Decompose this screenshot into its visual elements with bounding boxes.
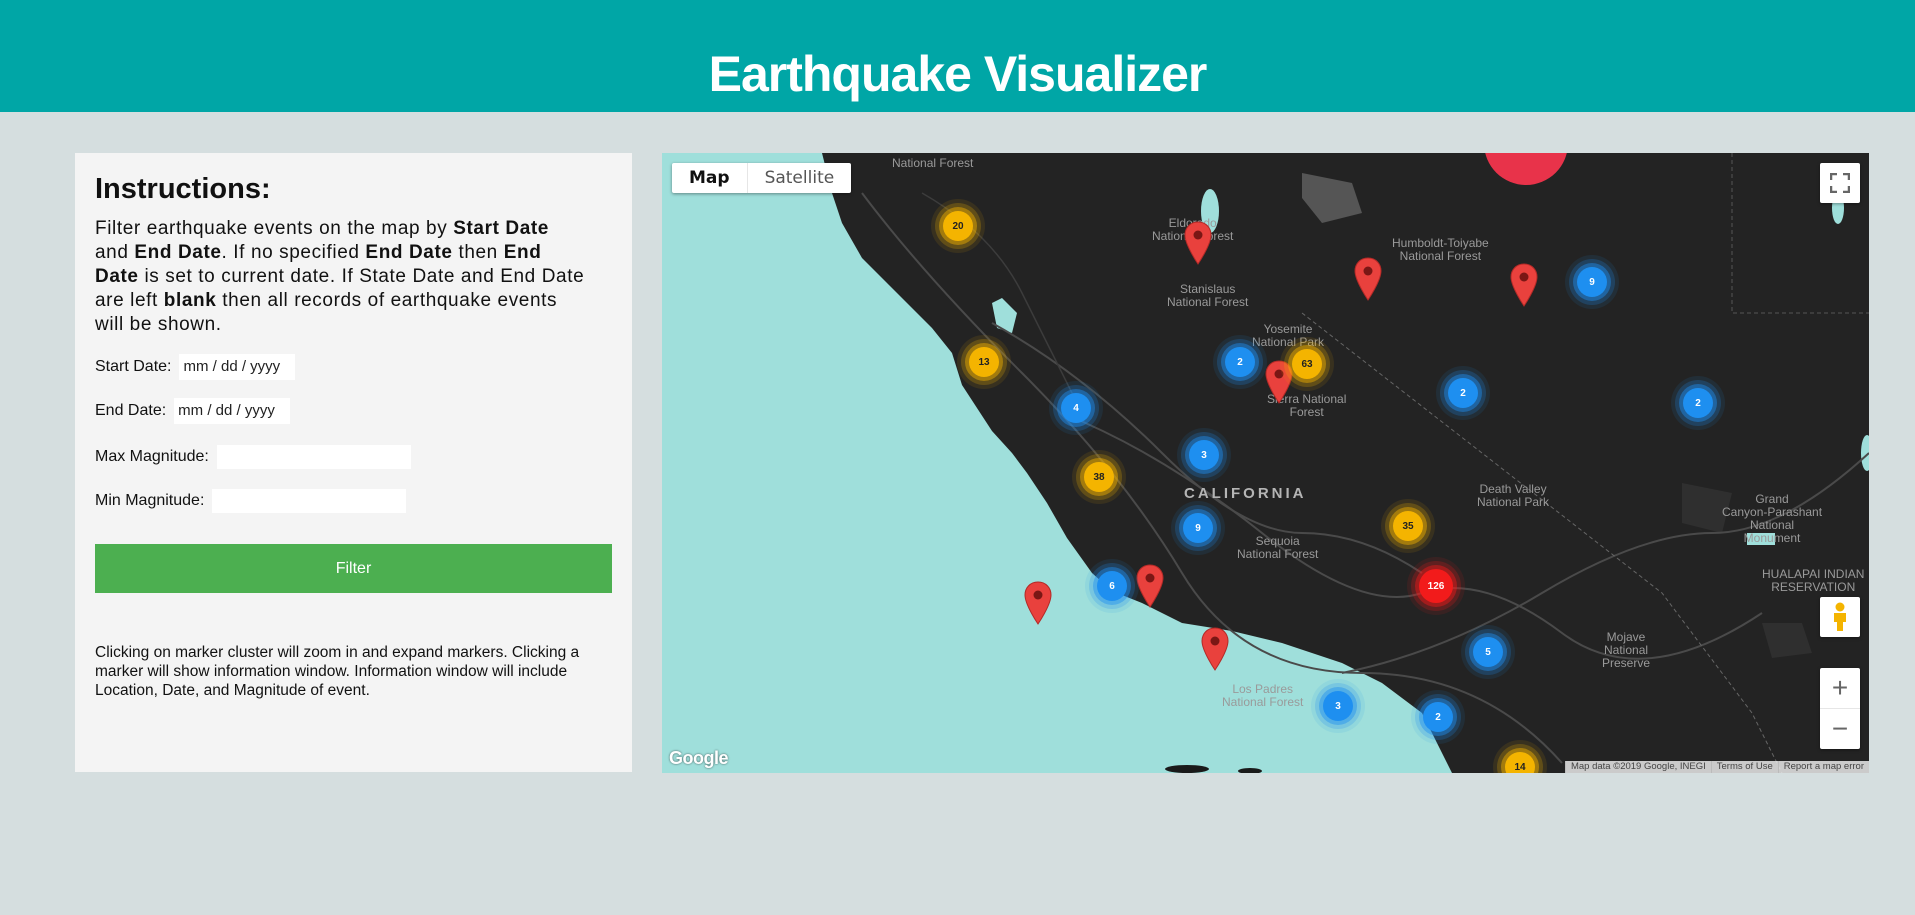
marker-cluster[interactable]: 126	[1419, 569, 1453, 603]
zoom-control: + −	[1820, 668, 1860, 749]
map-attribution: Map data ©2019 Google, INEGI Terms of Us…	[1564, 761, 1869, 773]
instructions-segment: and	[95, 242, 135, 263]
start-date-row: Start Date: mm / dd / yyyy	[95, 354, 296, 380]
marker-cluster[interactable]: 6	[1097, 571, 1127, 601]
marker-cluster[interactable]: 63	[1292, 349, 1322, 379]
map-terrain	[662, 153, 1869, 773]
marker-cluster[interactable]: 2	[1423, 702, 1453, 732]
state-label: CALIFORNIA	[1184, 485, 1307, 502]
end-date-row: End Date: mm / dd / yyyy	[95, 398, 291, 424]
max-magnitude-label: Max Magnitude:	[95, 448, 209, 465]
end-date-label: End Date:	[95, 402, 167, 419]
marker-cluster[interactable]: 35	[1393, 511, 1423, 541]
minus-icon: −	[1831, 713, 1849, 744]
marker-cluster[interactable]: 3	[1323, 691, 1353, 721]
map-label-sequoia: Sequoia National Forest	[1237, 534, 1319, 561]
start-date-input[interactable]: mm / dd / yyyy	[179, 354, 296, 380]
fullscreen-button[interactable]	[1820, 163, 1860, 203]
marker-cluster[interactable]: 3	[1189, 440, 1219, 470]
earthquake-marker[interactable]	[1184, 221, 1212, 265]
instructions-segment: . If no specified	[221, 242, 366, 263]
marker-cluster[interactable]: 2	[1683, 388, 1713, 418]
filter-button[interactable]: Filter	[95, 544, 612, 593]
app-header: Earthquake Visualizer	[0, 0, 1915, 112]
google-logo: Google	[669, 748, 729, 768]
marker-cluster[interactable]: 4	[1061, 393, 1091, 423]
min-magnitude-input[interactable]	[212, 489, 407, 513]
instructions-panel: Instructions: Filter earthquake events o…	[75, 153, 632, 772]
instructions-segment: then	[452, 242, 504, 263]
map-label-national-forest-top: National Forest	[892, 156, 974, 170]
plus-icon: +	[1831, 672, 1849, 703]
marker-cluster[interactable]: 13	[969, 347, 999, 377]
report-error-link[interactable]: Report a map error	[1777, 761, 1869, 773]
map-label-hualapai: HUALAPAI INDIAN RESERVATION	[1762, 567, 1865, 594]
min-magnitude-row: Min Magnitude:	[95, 489, 407, 513]
map-label-grand-canyon: Grand Canyon-Parashant National Monument	[1722, 492, 1823, 545]
min-magnitude-label: Min Magnitude:	[95, 492, 205, 509]
marker-cluster[interactable]: 2	[1225, 347, 1255, 377]
map-label-mojave: Mojave National Preserve	[1602, 630, 1651, 670]
marker-cluster[interactable]: 9	[1183, 513, 1213, 543]
zoom-out-button[interactable]: −	[1820, 709, 1860, 749]
marker-cluster[interactable]: 20	[943, 211, 973, 241]
instructions-heading: Instructions:	[95, 173, 271, 205]
pegman-icon	[1834, 602, 1846, 631]
marker-cluster[interactable]: 5	[1473, 637, 1503, 667]
instructions-bold-term: Start Date	[453, 218, 549, 239]
earthquake-marker[interactable]	[1265, 360, 1293, 404]
map-view[interactable]: Map Satellite + − CALIFORNIA National Fo…	[662, 153, 1869, 773]
earthquake-marker[interactable]	[1354, 257, 1382, 301]
earthquake-marker[interactable]	[1024, 581, 1052, 625]
max-magnitude-input[interactable]	[216, 445, 411, 469]
map-label-los-padres: Los Padres National Forest	[1222, 682, 1304, 709]
map-data-text: Map data ©2019 Google, INEGI	[1564, 761, 1711, 773]
start-date-label: Start Date:	[95, 358, 172, 375]
instructions-bold-term: blank	[163, 290, 217, 311]
map-label-humboldt: Humboldt-Toiyabe National Forest	[1392, 236, 1489, 263]
instructions-bold-term: End Date	[365, 242, 453, 263]
max-magnitude-row: Max Magnitude:	[95, 445, 411, 469]
map-label-death-valley: Death Valley National Park	[1477, 482, 1550, 509]
fullscreen-icon	[1830, 173, 1850, 193]
usage-note: Clicking on marker cluster will zoom in …	[95, 644, 580, 699]
instructions-bold-term: End Date	[134, 242, 222, 263]
marker-cluster[interactable]: 38	[1084, 462, 1114, 492]
earthquake-marker[interactable]	[1201, 627, 1229, 671]
instructions-segment: Filter earthquake events on the map by	[95, 218, 454, 239]
instructions-text: Filter earthquake events on the map by S…	[95, 217, 587, 337]
street-view-button[interactable]	[1820, 597, 1860, 637]
map-type-control: Map Satellite	[672, 163, 852, 193]
zoom-in-button[interactable]: +	[1820, 668, 1860, 709]
map-type-map-button[interactable]: Map	[672, 163, 748, 193]
map-label-yosemite: Yosemite National Park	[1252, 322, 1325, 349]
map-label-stanislaus: Stanislaus National Forest	[1167, 282, 1249, 309]
terms-link[interactable]: Terms of Use	[1710, 761, 1778, 773]
page-title: Earthquake Visualizer	[708, 46, 1208, 102]
marker-cluster[interactable]: 2	[1448, 378, 1478, 408]
marker-cluster[interactable]: 9	[1577, 267, 1607, 297]
earthquake-marker[interactable]	[1136, 564, 1164, 608]
map-type-satellite-button[interactable]: Satellite	[748, 163, 852, 193]
end-date-input[interactable]: mm / dd / yyyy	[174, 398, 291, 424]
earthquake-marker[interactable]	[1510, 263, 1538, 307]
